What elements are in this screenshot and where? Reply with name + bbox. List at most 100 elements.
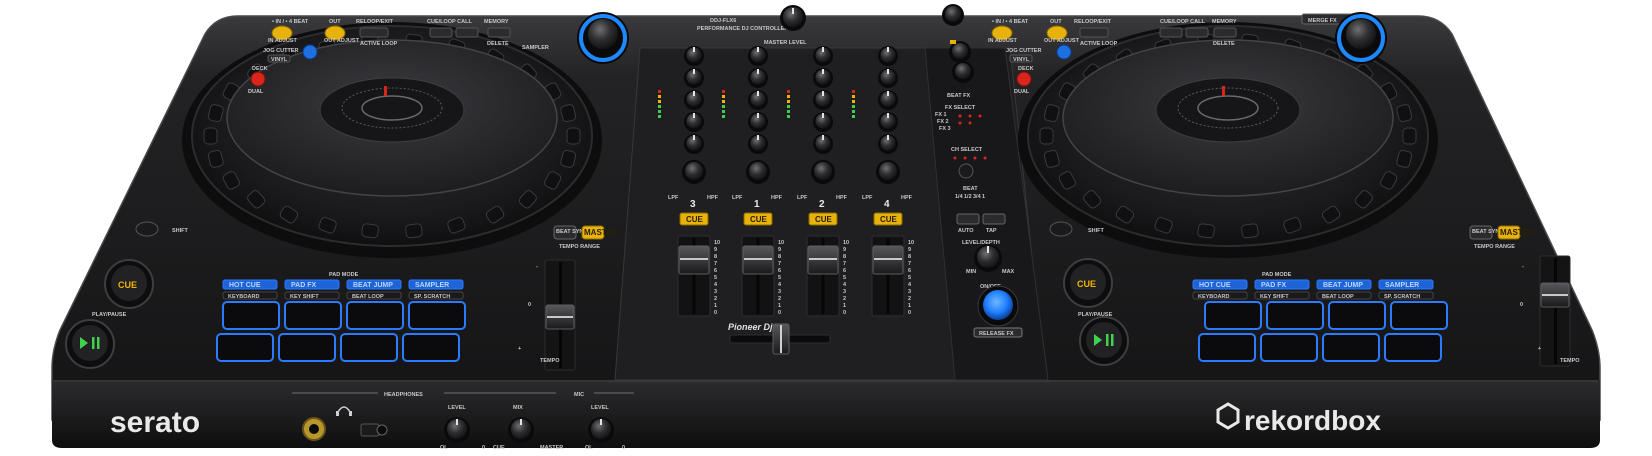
level-meter-led bbox=[787, 105, 790, 108]
serato-logo: serato bbox=[110, 406, 200, 439]
left-performance-pad[interactable] bbox=[284, 301, 342, 330]
left-memory-button[interactable] bbox=[487, 27, 511, 38]
fader-scale-mark: 10 bbox=[778, 240, 784, 246]
fx-level-knob-3[interactable] bbox=[952, 61, 974, 83]
filter-hpf-label: HPF bbox=[707, 195, 719, 201]
left-deck-select-button[interactable] bbox=[250, 71, 266, 87]
beat-up-button[interactable] bbox=[982, 213, 1006, 225]
left-cue-call-prev-button[interactable] bbox=[429, 27, 453, 38]
right-pad-mode-bottom-label: BEAT LOOP bbox=[1322, 294, 1354, 300]
level-meter-led bbox=[787, 115, 790, 118]
fader-scale-mark: 0 bbox=[843, 310, 846, 316]
left-performance-pad[interactable] bbox=[278, 333, 336, 362]
left-pad-mode-top-label: SAMPLER bbox=[415, 282, 449, 289]
left-deck-label: DECK bbox=[252, 66, 268, 72]
mic-level-min-label: OL bbox=[585, 445, 593, 451]
left-performance-pad[interactable] bbox=[340, 333, 398, 362]
fx-on-off-button[interactable] bbox=[977, 285, 1019, 327]
filter-knob[interactable] bbox=[879, 162, 897, 180]
fx-level-knob-top[interactable] bbox=[942, 4, 964, 26]
knob-pointer bbox=[887, 113, 889, 118]
headphones-mix-knob[interactable] bbox=[508, 417, 534, 443]
right-out-label: OUT bbox=[1050, 19, 1062, 25]
hp-mix-master-label: MASTER bbox=[540, 445, 563, 451]
left-cue-call-next-button[interactable] bbox=[455, 27, 479, 38]
right-performance-pad[interactable] bbox=[1266, 301, 1324, 330]
right-cue-call-prev-button[interactable] bbox=[1159, 27, 1183, 38]
min-label: MIN bbox=[966, 269, 976, 275]
left-beat-fx-knob[interactable] bbox=[577, 12, 629, 64]
mic-level-knob[interactable] bbox=[588, 417, 614, 443]
left-performance-pad[interactable] bbox=[222, 301, 280, 330]
headphones-jack-large[interactable] bbox=[302, 417, 326, 441]
knob-pointer bbox=[822, 91, 824, 96]
left-shift-button[interactable] bbox=[135, 221, 159, 237]
right-performance-pad[interactable] bbox=[1260, 333, 1318, 362]
left-performance-pad[interactable] bbox=[408, 301, 466, 330]
headphones-level-knob[interactable] bbox=[444, 417, 470, 443]
right-pad-mode-top-label: PAD FX bbox=[1261, 282, 1286, 289]
level-meter-led bbox=[722, 100, 725, 103]
right-performance-pad[interactable] bbox=[1204, 301, 1262, 330]
fx-select-label: FX SELECT bbox=[945, 105, 976, 111]
right-reloop-button[interactable] bbox=[1079, 27, 1109, 38]
left-performance-pad[interactable] bbox=[402, 333, 460, 362]
left-sampler-button[interactable] bbox=[302, 44, 318, 60]
right-tempo-zero: 0 bbox=[1520, 302, 1523, 308]
right-performance-pad[interactable] bbox=[1322, 333, 1380, 362]
release-fx-label: RELEASE FX bbox=[979, 331, 1014, 337]
left-jog-wheel[interactable] bbox=[182, 22, 602, 258]
knob-pointer bbox=[693, 69, 695, 74]
fader-scale-mark: 9 bbox=[843, 247, 846, 253]
left-play-pause-button[interactable] bbox=[65, 319, 115, 369]
right-play-pause-button[interactable] bbox=[1079, 316, 1129, 366]
right-out-adjust-label: OUT ADJUST bbox=[1044, 38, 1080, 44]
right-performance-pad[interactable] bbox=[1198, 333, 1256, 362]
left-tempo-zero: 0 bbox=[528, 302, 531, 308]
headphones-jack-small[interactable] bbox=[360, 423, 388, 437]
right-sampler-button[interactable] bbox=[1056, 44, 1072, 60]
right-deck-select-button[interactable] bbox=[1016, 71, 1032, 87]
left-cue-button[interactable]: CUE bbox=[104, 259, 154, 309]
right-memory-button[interactable] bbox=[1213, 27, 1237, 38]
filter-knob[interactable] bbox=[685, 162, 703, 180]
master-level-knob[interactable] bbox=[780, 5, 806, 31]
filter-knob[interactable] bbox=[814, 162, 832, 180]
left-pad-mode-bottom-label: BEAT LOOP bbox=[352, 294, 384, 300]
mic-level-label: LEVEL bbox=[591, 405, 609, 411]
right-reloop-label: RELOOP/EXIT bbox=[1074, 19, 1112, 25]
right-cue-call-next-button[interactable] bbox=[1185, 27, 1209, 38]
right-performance-pad[interactable] bbox=[1384, 333, 1442, 362]
fader-scale-mark: 2 bbox=[778, 296, 781, 302]
knob-pointer bbox=[693, 113, 695, 118]
level-meter-led bbox=[852, 95, 855, 98]
right-shift-button[interactable] bbox=[1049, 221, 1073, 237]
knob-pointer bbox=[822, 113, 824, 118]
knob-pointer bbox=[757, 69, 759, 74]
filter-hpf-label: HPF bbox=[836, 195, 848, 201]
level-meter-led bbox=[722, 95, 725, 98]
ch-select-button[interactable] bbox=[958, 163, 974, 179]
level-meter-led bbox=[658, 90, 661, 93]
left-performance-pad[interactable] bbox=[346, 301, 404, 330]
knob-pointer bbox=[822, 69, 824, 74]
right-beat-fx-knob[interactable] bbox=[1335, 12, 1387, 64]
fx-row-1-label: FX 1 bbox=[935, 112, 947, 118]
level-meter-led bbox=[852, 100, 855, 103]
right-tempo-fader[interactable] bbox=[1539, 255, 1571, 367]
filter-knob[interactable] bbox=[749, 162, 767, 180]
right-performance-pad[interactable] bbox=[1328, 301, 1386, 330]
filter-lpf-label: LPF bbox=[668, 195, 679, 201]
fader-scale-mark: 0 bbox=[908, 310, 911, 316]
left-tempo-fader[interactable] bbox=[544, 259, 576, 371]
left-reloop-button[interactable] bbox=[359, 27, 389, 38]
beat-down-button[interactable] bbox=[956, 213, 980, 225]
fx-level-depth-knob[interactable] bbox=[974, 244, 1002, 272]
right-performance-pad[interactable] bbox=[1390, 301, 1448, 330]
hp-level-label: LEVEL bbox=[448, 405, 466, 411]
master-level-label: MASTER LEVEL bbox=[764, 40, 807, 46]
level-meter-led bbox=[722, 115, 725, 118]
level-meter-led bbox=[722, 105, 725, 108]
left-performance-pad[interactable] bbox=[216, 333, 274, 362]
right-cue-button[interactable]: CUE bbox=[1063, 258, 1113, 308]
